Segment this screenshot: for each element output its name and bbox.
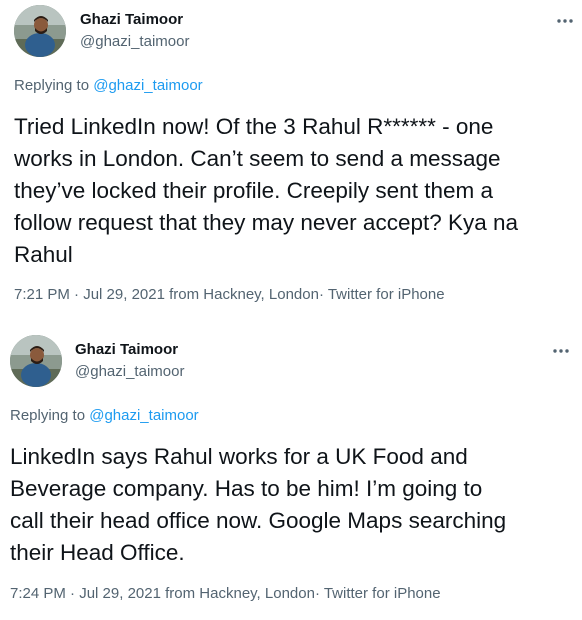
tweet-text-line: Tried LinkedIn now! Of the 3 Rahul R****… (14, 114, 494, 139)
tweet-text-line: LinkedIn says Rahul works for a UK Food … (10, 444, 468, 469)
replying-to: Replying to @ghazi_taimoor (14, 77, 203, 94)
tweet: Ghazi Taimoor @ghazi_taimoor Replying to… (0, 0, 582, 318)
tweet-location[interactable]: Hackney, London (199, 585, 315, 602)
display-name[interactable]: Ghazi Taimoor (75, 341, 178, 358)
location-prefix: from (165, 585, 196, 602)
replying-prefix: Replying to (14, 77, 90, 94)
tweet-date[interactable]: Jul 29, 2021 (83, 286, 165, 303)
tweet-source[interactable]: Twitter for iPhone (328, 286, 445, 303)
separator: · (318, 286, 324, 303)
display-name[interactable]: Ghazi Taimoor (80, 11, 183, 28)
separator: · (314, 585, 320, 602)
separator: · (70, 585, 76, 602)
tweet-text-line: follow request that they may never accep… (14, 210, 519, 235)
tweet-source[interactable]: Twitter for iPhone (324, 585, 441, 602)
avatar-photo (14, 5, 66, 57)
tweet-meta: 7:21 PM · Jul 29, 2021 from Hackney, Lon… (14, 286, 445, 303)
avatar-photo (10, 335, 62, 387)
handle[interactable]: @ghazi_taimoor (80, 33, 189, 50)
tweet: Ghazi Taimoor @ghazi_taimoor Replying to… (0, 322, 582, 620)
location-prefix: from (169, 286, 200, 303)
more-horizontal-icon[interactable] (555, 13, 575, 23)
replying-to-mention[interactable]: @ghazi_taimoor (89, 407, 198, 424)
handle[interactable]: @ghazi_taimoor (75, 363, 184, 380)
separator: · (74, 286, 80, 303)
tweet-meta: 7:24 PM · Jul 29, 2021 from Hackney, Lon… (10, 585, 441, 602)
tweet-text-line: Rahul (14, 242, 73, 267)
avatar[interactable] (14, 5, 66, 57)
tweet-text-line: Beverage company. Has to be him! I’m goi… (10, 476, 483, 501)
tweet-text-line: they’ve locked their profile. Creepily s… (14, 178, 493, 203)
avatar[interactable] (10, 335, 62, 387)
more-horizontal-icon[interactable] (551, 343, 571, 353)
tweet-text: Tried LinkedIn now! Of the 3 Rahul R****… (14, 111, 574, 271)
tweet-text-line: works in London. Can’t seem to send a me… (14, 146, 501, 171)
replying-to: Replying to @ghazi_taimoor (10, 407, 199, 424)
tweet-time[interactable]: 7:24 PM (10, 585, 66, 602)
tweet-text: LinkedIn says Rahul works for a UK Food … (10, 441, 570, 569)
tweet-text-line: call their head office now. Google Maps … (10, 508, 507, 533)
tweet-date[interactable]: Jul 29, 2021 (79, 585, 161, 602)
tweet-time[interactable]: 7:21 PM (14, 286, 70, 303)
tweet-location[interactable]: Hackney, London (203, 286, 319, 303)
tweet-text-line: their Head Office. (10, 540, 185, 565)
replying-to-mention[interactable]: @ghazi_taimoor (93, 77, 202, 94)
replying-prefix: Replying to (10, 407, 86, 424)
